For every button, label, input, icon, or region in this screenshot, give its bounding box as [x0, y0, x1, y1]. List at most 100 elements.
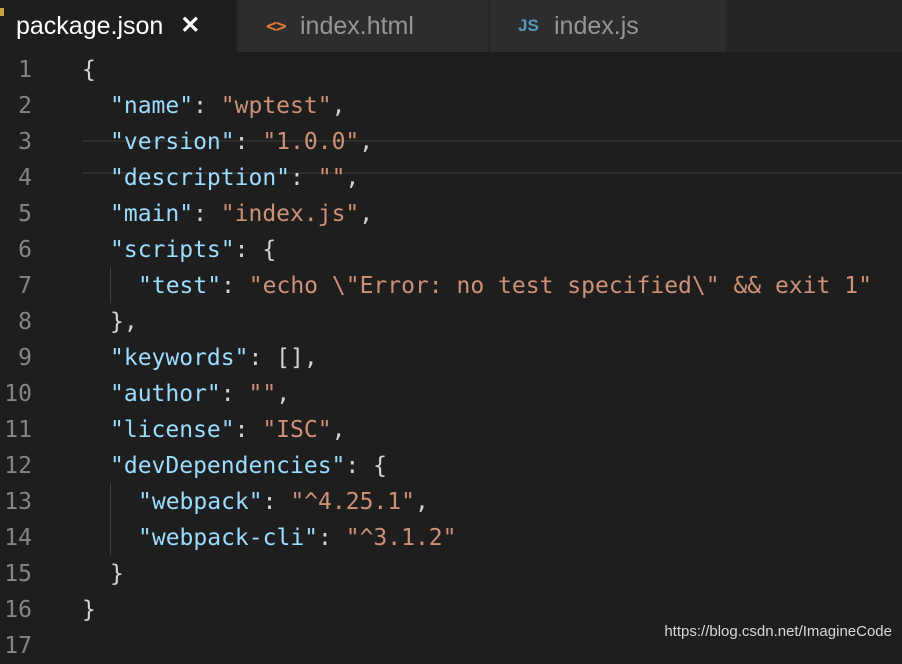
code-text: "description": "",: [110, 160, 359, 196]
code-text: }: [110, 556, 124, 592]
json-string: "": [317, 165, 346, 191]
line-number: 7: [18, 273, 32, 299]
json-key: "keywords": [110, 345, 249, 371]
code-text: }: [82, 592, 96, 628]
json-key: "webpack-cli": [138, 525, 319, 551]
json-punctuation: :: [193, 201, 221, 227]
json-key: "scripts": [110, 237, 235, 263]
code-text: "license": "ISC",: [110, 412, 345, 448]
tab-label: package.json: [16, 11, 164, 40]
line-number: 4: [18, 165, 32, 191]
line-number: 13: [4, 489, 32, 515]
json-key: "webpack": [138, 489, 263, 515]
tab-package-json[interactable]: package.json ✕: [0, 0, 236, 52]
json-punctuation: {: [82, 57, 96, 83]
code-line[interactable]: 10 "author": "",: [0, 376, 902, 412]
js-icon: JS: [518, 16, 539, 35]
json-string: "echo \"Error: no test specified\" && ex…: [248, 273, 872, 299]
code-text: "name": "wptest",: [110, 88, 345, 124]
code-line[interactable]: 12 "devDependencies": {: [0, 448, 902, 484]
json-punctuation: ,: [331, 417, 346, 443]
code-text: "webpack-cli": "^3.1.2": [138, 520, 457, 556]
json-key: "version": [110, 129, 235, 155]
json-string: "": [248, 381, 277, 407]
line-number: 3: [18, 129, 32, 155]
tab-label: index.js: [554, 11, 639, 40]
json-string: "^3.1.2": [345, 525, 457, 551]
json-string: "index.js": [220, 201, 360, 227]
line-number: 10: [4, 381, 32, 407]
json-punctuation: },: [110, 309, 138, 335]
tab-index-html[interactable]: <> index.html: [238, 0, 488, 52]
code-line[interactable]: 4 "description": "",: [0, 160, 902, 196]
code-text: "webpack": "^4.25.1",: [138, 484, 429, 520]
json-punctuation: :: [290, 165, 318, 191]
code-text: "version": "1.0.0",: [110, 124, 373, 160]
json-punctuation: ,: [414, 489, 429, 515]
code-text: "main": "index.js",: [110, 196, 373, 232]
close-icon[interactable]: ✕: [179, 14, 201, 38]
code-line[interactable]: 1{: [0, 52, 902, 88]
json-punctuation: :: [221, 273, 249, 299]
tab-label: index.html: [300, 11, 414, 40]
code-text: {: [82, 52, 96, 88]
json-punctuation: }: [110, 561, 124, 587]
json-key: "devDependencies": [110, 453, 346, 479]
json-key: "test": [138, 273, 222, 299]
code-text: },: [110, 304, 138, 340]
code-editor[interactable]: 1{2 "name": "wptest", 3 "version": "1.0.0",…: [0, 52, 902, 659]
code-line[interactable]: 6 "scripts": {: [0, 232, 902, 268]
json-string: "^4.25.1": [290, 489, 415, 515]
json-punctuation: :: [220, 381, 249, 407]
modified-marker: [0, 8, 4, 16]
code-line[interactable]: 7 "test": "echo \"Error: no test specifie…: [0, 268, 902, 304]
line-number: 1: [18, 57, 32, 83]
code-text: "scripts": {: [110, 232, 276, 268]
json-punctuation: ,: [276, 381, 291, 407]
code-line[interactable]: 15}: [0, 556, 902, 592]
line-number: 6: [18, 237, 32, 263]
json-punctuation: : [],: [248, 345, 318, 371]
json-string: "1.0.0": [262, 129, 360, 155]
json-punctuation: }: [82, 597, 96, 623]
html-icon: <>: [266, 15, 287, 37]
json-key: "name": [110, 93, 194, 119]
json-key: "license": [110, 417, 235, 443]
code-text: "keywords": [],: [110, 340, 318, 376]
line-number: 2: [18, 93, 32, 119]
code-text: "devDependencies": {: [110, 448, 387, 484]
line-number: 8: [18, 309, 32, 335]
json-punctuation: : {: [234, 237, 277, 263]
line-number: 12: [4, 453, 32, 479]
json-string: "ISC": [262, 417, 332, 443]
line-number: 11: [4, 417, 32, 443]
json-key: "main": [110, 201, 194, 227]
code-text: "author": "",: [110, 376, 290, 412]
watermark: https://blog.csdn.net/ImagineCode: [664, 623, 892, 640]
json-key: "author": [110, 381, 221, 407]
json-punctuation: :: [318, 525, 346, 551]
code-line[interactable]: 11 "license": "ISC",: [0, 412, 902, 448]
json-string: "wptest": [220, 93, 332, 119]
line-number: 5: [18, 201, 32, 227]
json-punctuation: :: [193, 93, 221, 119]
code-line[interactable]: 9 "keywords": [],: [0, 340, 902, 376]
json-punctuation: :: [234, 417, 263, 443]
line-number: 16: [4, 597, 32, 623]
code-line[interactable]: 8},: [0, 304, 902, 340]
code-line[interactable]: 3 "version": "1.0.0",: [0, 124, 902, 160]
json-punctuation: ,: [359, 129, 374, 155]
code-line[interactable]: 2 "name": "wptest",: [0, 88, 902, 124]
json-punctuation: :: [262, 489, 291, 515]
tab-index-js[interactable]: JS index.js: [490, 0, 726, 52]
json-punctuation: :: [234, 129, 263, 155]
line-number: 15: [4, 561, 32, 587]
json-punctuation: : {: [345, 453, 387, 479]
code-line[interactable]: 13 "webpack": "^4.25.1",: [0, 484, 902, 520]
code-line[interactable]: 14 "webpack-cli": "^3.1.2": [0, 520, 902, 556]
json-key: "description": [110, 165, 291, 191]
code-line[interactable]: 5 "main": "index.js",: [0, 196, 902, 232]
json-punctuation: ,: [331, 93, 346, 119]
tab-bar: package.json ✕ <> index.html JS index.js: [0, 0, 902, 52]
line-number: 9: [18, 345, 32, 371]
